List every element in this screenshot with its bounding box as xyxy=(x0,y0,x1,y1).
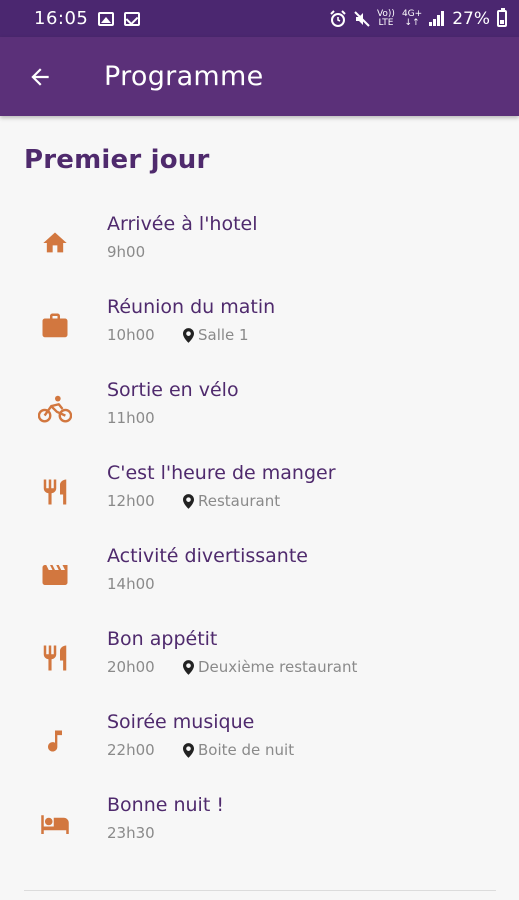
item-time: 9h00 xyxy=(107,243,146,261)
item-time: 12h00 xyxy=(107,492,155,510)
item-time: 10h00 xyxy=(107,326,155,344)
briefcase-icon xyxy=(38,309,72,343)
network-bottom: ↓↑ xyxy=(404,17,420,28)
item-time: 11h00 xyxy=(107,409,155,427)
item-meta: 11h00 xyxy=(107,409,183,427)
item-location: Boite de nuit xyxy=(198,741,295,759)
home-icon xyxy=(38,226,72,260)
restaurant-icon xyxy=(38,475,72,509)
list-item[interactable]: Soirée musique 22h00 Boite de nuit xyxy=(0,706,519,789)
item-location: Salle 1 xyxy=(198,326,249,344)
status-time: 16:05 xyxy=(34,8,89,29)
music-note-icon xyxy=(38,724,72,758)
item-title: Bonne nuit ! xyxy=(107,794,224,816)
program-list: Arrivée à l'hotel 9h00 Réunion du matin … xyxy=(0,208,519,872)
item-meta: 20h00 Deuxième restaurant xyxy=(107,658,357,676)
status-bar: 16:05 Vo)) LTE 4G+ ↓↑ 27% xyxy=(0,0,519,37)
item-location: Deuxième restaurant xyxy=(198,658,358,676)
list-item[interactable]: Activité divertissante 14h00 xyxy=(0,540,519,623)
status-left: 16:05 xyxy=(34,8,141,29)
page-title: Programme xyxy=(104,61,264,92)
location-pin-icon xyxy=(183,742,194,758)
image-notification-icon xyxy=(98,11,115,26)
app-bar: Programme xyxy=(0,37,519,116)
bottom-divider xyxy=(24,890,496,891)
mail-notification-icon xyxy=(124,11,141,26)
battery-icon xyxy=(497,8,507,27)
item-time: 23h30 xyxy=(107,824,155,842)
alarm-icon xyxy=(330,9,346,27)
item-meta: 23h30 xyxy=(107,824,183,842)
list-item[interactable]: Réunion du matin 10h00 Salle 1 xyxy=(0,291,519,374)
item-title: Réunion du matin xyxy=(107,296,276,318)
item-title: C'est l'heure de manger xyxy=(107,462,336,484)
item-title: Sortie en vélo xyxy=(107,379,239,401)
program-content[interactable]: Premier jour Arrivée à l'hotel 9h00 Réun… xyxy=(0,116,519,900)
network-type-indicator: 4G+ ↓↑ xyxy=(402,9,422,28)
list-item[interactable]: Bonne nuit ! 23h30 xyxy=(0,789,519,872)
bed-icon xyxy=(38,807,72,841)
mute-icon xyxy=(354,10,370,27)
list-item[interactable]: Sortie en vélo 11h00 xyxy=(0,374,519,457)
volte-bottom: LTE xyxy=(378,17,394,28)
item-meta: 14h00 xyxy=(107,575,183,593)
item-title: Arrivée à l'hotel xyxy=(107,213,258,235)
item-meta: 9h00 xyxy=(107,243,183,261)
restaurant-icon xyxy=(38,641,72,675)
item-meta: 12h00 Restaurant xyxy=(107,492,280,510)
arrow-back-icon xyxy=(31,67,49,86)
volte-indicator: Vo)) LTE xyxy=(377,9,395,28)
item-location: Restaurant xyxy=(198,492,281,510)
item-title: Activité divertissante xyxy=(107,545,308,567)
battery-percentage: 27% xyxy=(452,8,490,29)
bike-icon xyxy=(38,392,72,426)
status-right: Vo)) LTE 4G+ ↓↑ 27% xyxy=(329,8,507,29)
back-button[interactable] xyxy=(10,47,70,107)
item-time: 20h00 xyxy=(107,658,155,676)
list-item[interactable]: C'est l'heure de manger 12h00 Restaurant xyxy=(0,457,519,540)
item-meta: 10h00 Salle 1 xyxy=(107,326,249,344)
list-item[interactable]: Bon appétit 20h00 Deuxième restaurant xyxy=(0,623,519,706)
item-title: Bon appétit xyxy=(107,628,218,650)
item-time: 22h00 xyxy=(107,741,155,759)
location-pin-icon xyxy=(183,493,194,509)
movie-icon xyxy=(38,558,72,592)
location-pin-icon xyxy=(183,327,194,343)
day-section-title: Premier jour xyxy=(24,145,210,175)
item-time: 14h00 xyxy=(107,575,155,593)
item-meta: 22h00 Boite de nuit xyxy=(107,741,294,759)
item-title: Soirée musique xyxy=(107,711,255,733)
signal-icon xyxy=(429,10,445,27)
location-pin-icon xyxy=(183,659,194,675)
list-item[interactable]: Arrivée à l'hotel 9h00 xyxy=(0,208,519,291)
